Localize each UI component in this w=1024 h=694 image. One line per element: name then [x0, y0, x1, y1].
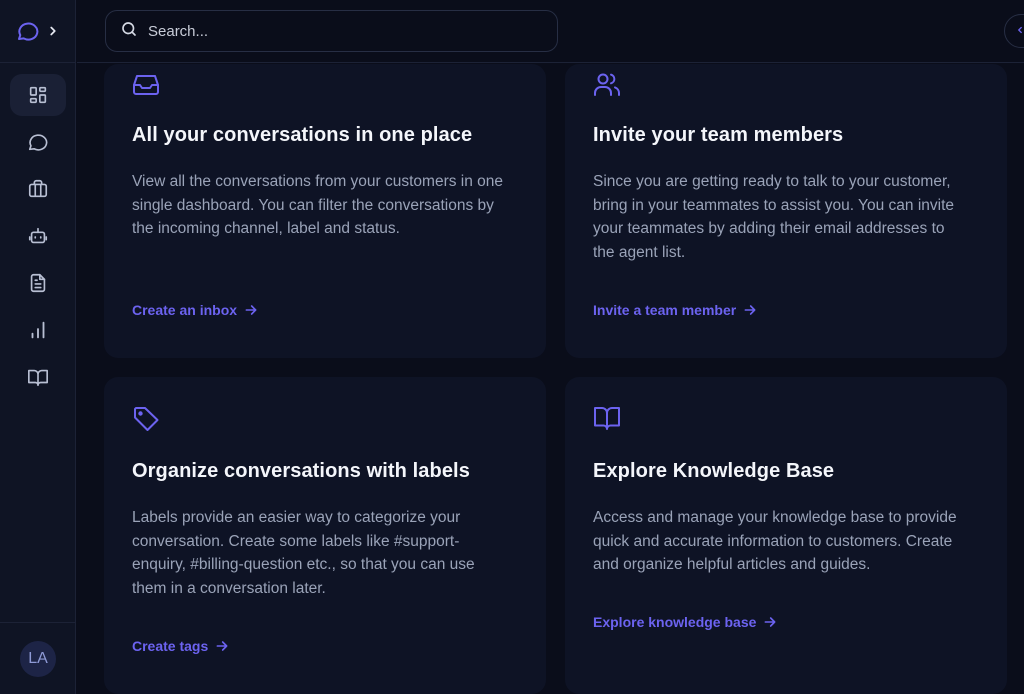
card-title: All your conversations in one place — [132, 124, 473, 146]
tag-icon — [132, 405, 160, 438]
sidebar-footer: LA — [0, 622, 76, 694]
sidebar-item-contacts[interactable] — [10, 168, 66, 210]
link-label: Create tags — [132, 638, 209, 654]
arrow-right-icon — [742, 302, 758, 318]
link-label: Explore knowledge base — [593, 614, 757, 630]
bar-chart-icon — [27, 319, 49, 341]
sidebar: LA — [0, 0, 76, 694]
create-tags-link[interactable]: Create tags — [132, 638, 230, 654]
sidebar-header — [0, 0, 76, 63]
header-action-button[interactable] — [1004, 14, 1024, 48]
sidebar-item-bots[interactable] — [10, 215, 66, 257]
inbox-icon — [132, 72, 160, 101]
search-icon — [120, 20, 138, 43]
sidebar-item-knowledge-base[interactable] — [10, 356, 66, 398]
sidebar-item-conversations[interactable] — [10, 121, 66, 163]
card-knowledge-base: Explore Knowledge Base Access and manage… — [565, 377, 1007, 694]
sidebar-item-analytics[interactable] — [10, 309, 66, 351]
chat-icon — [27, 131, 49, 153]
search-box[interactable] — [105, 10, 558, 52]
book-icon — [27, 366, 49, 388]
card-description: Access and manage your knowledge base to… — [593, 509, 957, 574]
robot-icon — [27, 225, 49, 247]
card-description: Labels provide an easier way to categori… — [132, 509, 475, 597]
card-description: Since you are getting ready to talk to y… — [593, 173, 955, 261]
card-labels: Organize conversations with labels Label… — [104, 377, 546, 694]
grid-icon — [27, 84, 49, 106]
document-icon — [27, 272, 49, 294]
chevron-right-icon[interactable] — [46, 24, 60, 38]
explore-knowledge-base-link[interactable]: Explore knowledge base — [593, 614, 778, 630]
card-title: Organize conversations with labels — [132, 460, 470, 482]
top-header — [77, 0, 1024, 63]
create-inbox-link[interactable]: Create an inbox — [132, 302, 259, 318]
sidebar-item-reports[interactable] — [10, 262, 66, 304]
link-label: Invite a team member — [593, 302, 737, 318]
users-icon — [593, 72, 621, 103]
arrow-right-icon — [214, 638, 230, 654]
card-conversations: All your conversations in one place View… — [104, 64, 546, 358]
sidebar-item-dashboard[interactable] — [10, 74, 66, 116]
invite-team-member-link[interactable]: Invite a team member — [593, 302, 758, 318]
card-title: Explore Knowledge Base — [593, 460, 835, 482]
chat-bubble-icon[interactable] — [16, 19, 40, 43]
arrow-left-icon — [1015, 22, 1024, 40]
link-label: Create an inbox — [132, 302, 238, 318]
card-title: Invite your team members — [593, 124, 844, 146]
card-team-members: Invite your team members Since you are g… — [565, 64, 1007, 358]
arrow-right-icon — [762, 614, 778, 630]
briefcase-icon — [27, 178, 49, 200]
card-description: View all the conversations from your cus… — [132, 173, 504, 238]
book-open-icon — [593, 405, 621, 436]
search-input[interactable] — [148, 22, 528, 40]
avatar[interactable]: LA — [20, 640, 56, 677]
arrow-right-icon — [243, 302, 259, 318]
